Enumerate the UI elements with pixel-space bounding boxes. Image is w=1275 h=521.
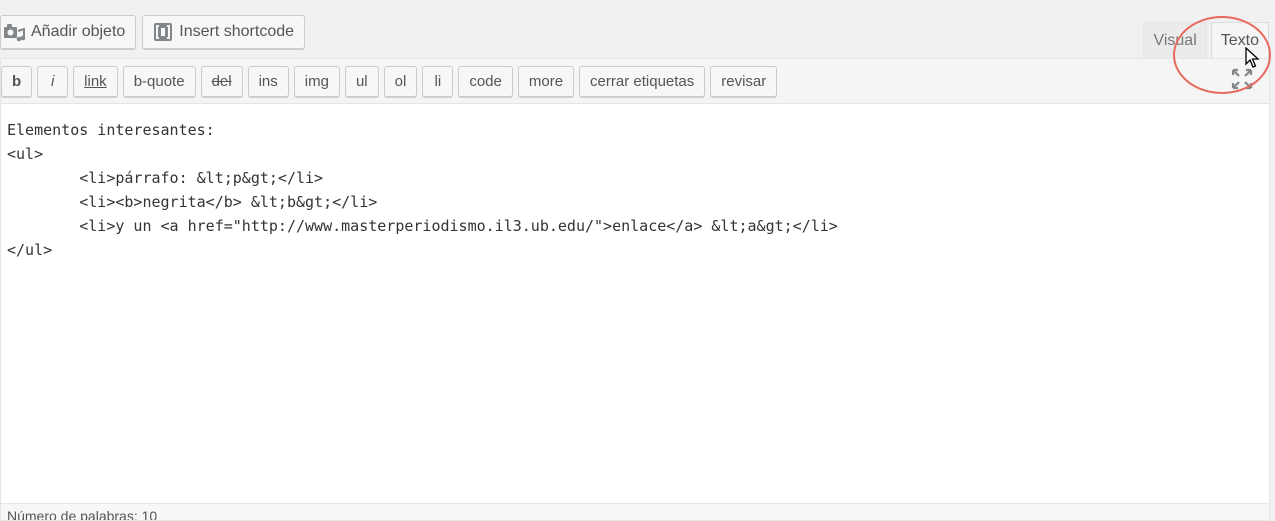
quicktag-ul-button[interactable]: ul <box>344 65 379 97</box>
quicktag-more-button[interactable]: more <box>517 65 575 97</box>
quicktag-img-button[interactable]: img <box>293 65 340 97</box>
editor-tabs: Visual Texto <box>1143 22 1269 59</box>
insert-shortcode-label: Insert shortcode <box>179 23 295 40</box>
quicktag-b-button[interactable]: b <box>1 65 33 97</box>
text-editor-area[interactable]: Elementos interesantes: <ul> <li>párrafo… <box>1 104 1269 460</box>
shortcode-icon <box>153 22 173 42</box>
tab-visual[interactable]: Visual <box>1143 22 1207 58</box>
quicktag-b-quote-button[interactable]: b-quote <box>122 65 196 97</box>
add-media-button[interactable]: Añadir objeto <box>0 15 137 49</box>
fullscreen-expand-icon[interactable] <box>1231 68 1253 95</box>
insert-shortcode-button[interactable]: Insert shortcode <box>142 15 306 49</box>
editor-frame: b i link b-quote del ins img ul ol li code more cerr… <box>0 58 1270 521</box>
add-media-label: Añadir objeto <box>31 23 126 40</box>
quicktags-toolbar: b i link b-quote del ins img ul ol li code more cerr… <box>1 59 1269 104</box>
quicktag-ins-button[interactable]: ins <box>247 65 289 97</box>
quicktag-revisar-button[interactable]: revisar <box>710 65 778 97</box>
word-count-status: Número de palabras: 10 <box>1 503 1269 520</box>
quicktag-i-button[interactable]: i <box>37 65 69 97</box>
quicktag-link-button[interactable]: link <box>73 65 118 97</box>
media-buttons: Añadir objeto Insert shortcode <box>0 15 306 49</box>
quicktag-li-button[interactable]: li <box>422 65 454 97</box>
quicktag-ol-button[interactable]: ol <box>383 65 418 97</box>
camera-music-icon <box>3 22 25 42</box>
quicktag-code-button[interactable]: code <box>458 65 513 97</box>
tab-texto[interactable]: Texto <box>1210 22 1269 59</box>
post-editor: Añadir objeto Insert shortcode Visual Te… <box>0 0 1275 521</box>
quicktag-cerrar-etiquetas-button[interactable]: cerrar etiquetas <box>579 65 706 97</box>
quicktag-del-button[interactable]: del <box>200 65 243 97</box>
